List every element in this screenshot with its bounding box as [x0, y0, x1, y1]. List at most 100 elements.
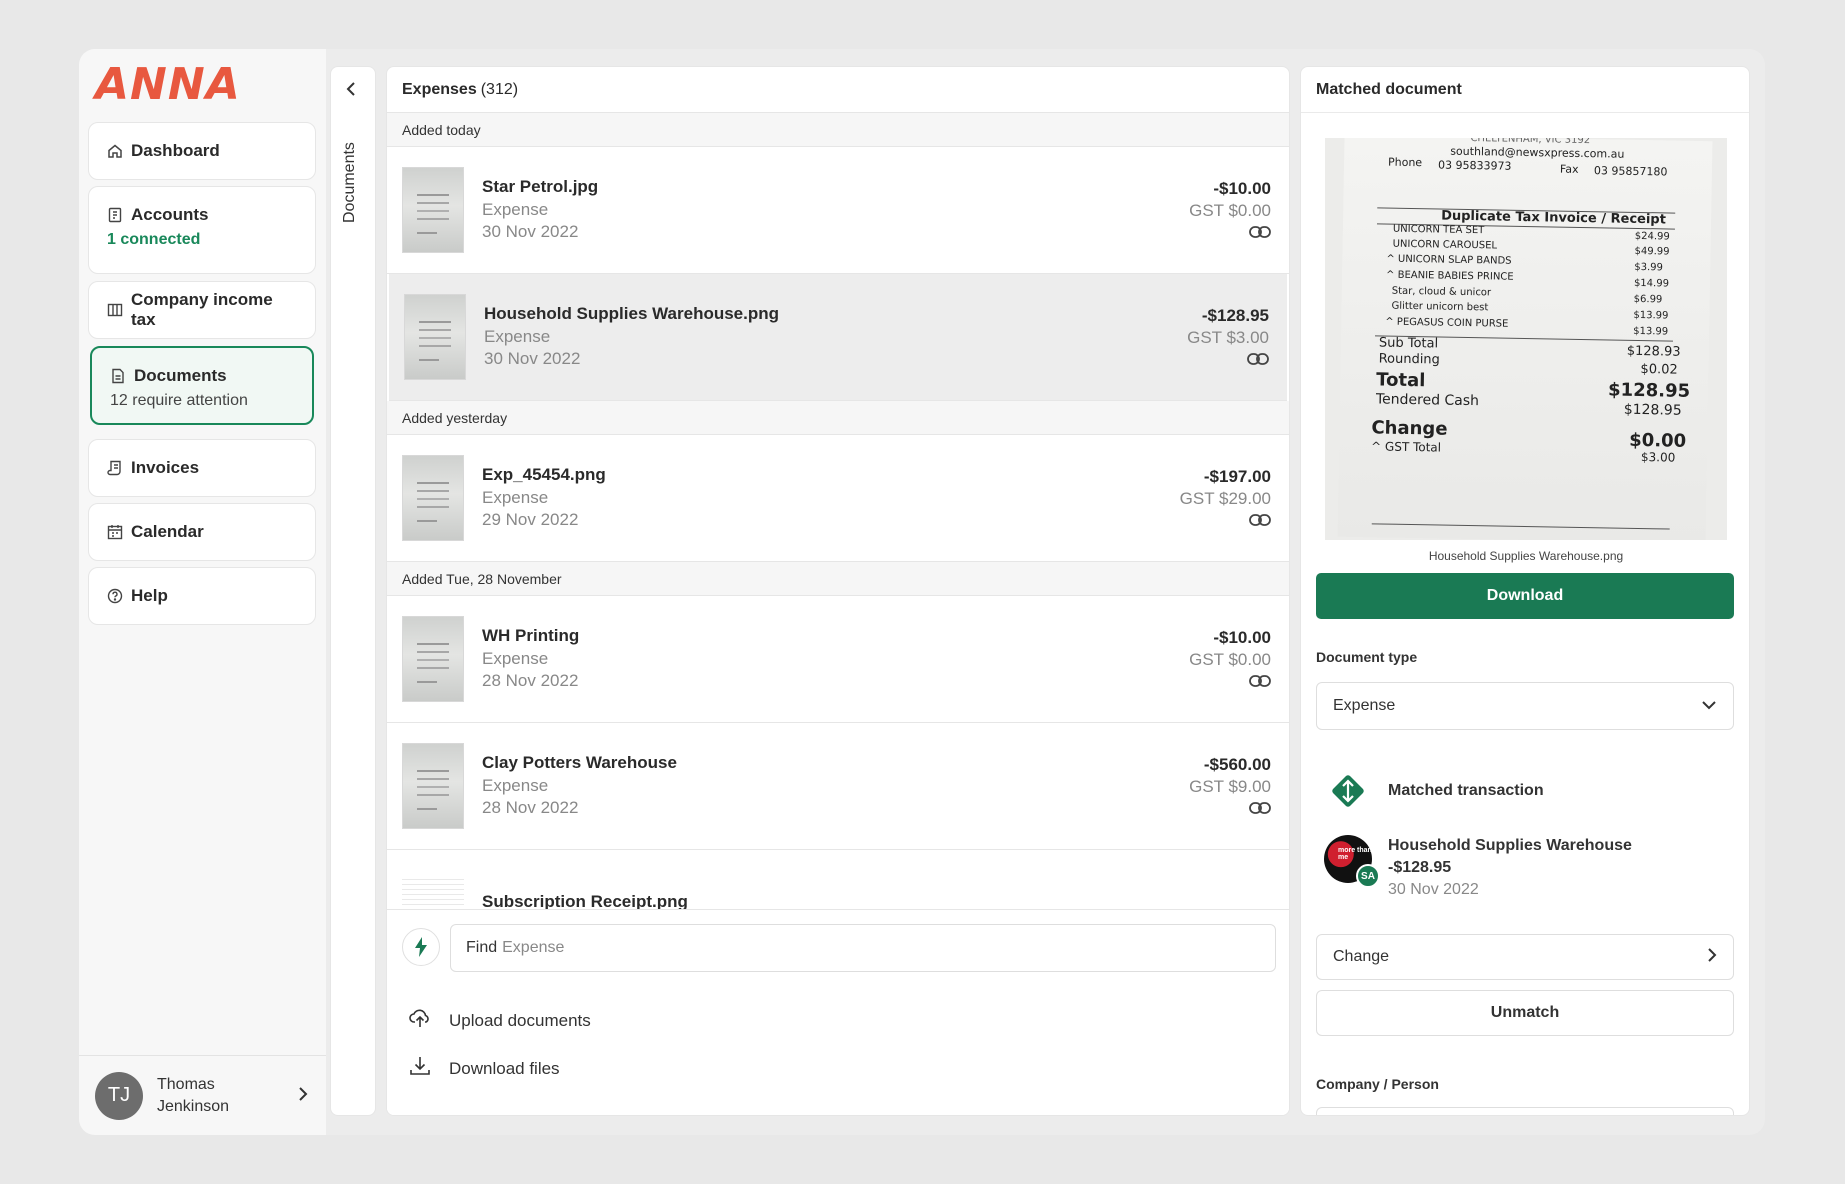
accounts-icon — [107, 207, 123, 223]
receipt-total-label: Total — [1376, 369, 1426, 392]
account-badge: SA — [1356, 864, 1380, 888]
sidebar-item-documents[interactable]: Documents 12 require attention — [90, 346, 314, 425]
receipt-item-name: ^ PEGASUS COIN PURSE — [1385, 316, 1509, 330]
expense-date: 29 Nov 2022 — [482, 510, 579, 529]
expense-amount: -$197.00 — [1203, 467, 1271, 486]
chevron-down-icon — [1701, 697, 1717, 715]
document-icon — [110, 368, 126, 384]
cloud-upload-icon — [409, 1008, 431, 1033]
receipt-change: $0.00 — [1629, 429, 1687, 452]
expense-amount: -$10.00 — [1213, 179, 1271, 198]
receipt-total: $128.95 — [1607, 379, 1691, 402]
expense-row-selected[interactable]: Household Supplies Warehouse.png Expense… — [389, 274, 1287, 401]
receipt-rounding: $0.02 — [1640, 362, 1678, 378]
receipt-gst: $3.00 — [1640, 450, 1676, 465]
expense-type: Expense — [482, 776, 549, 795]
sidebar-item-accounts[interactable]: Accounts 1 connected — [88, 186, 316, 274]
find-expense-input[interactable]: Find Expense — [450, 924, 1276, 972]
user-profile[interactable]: TJ Thomas Jenkinson — [79, 1055, 326, 1135]
download-files-label: Download files — [449, 1058, 560, 1078]
expense-amount: -$10.00 — [1213, 628, 1271, 647]
expense-row[interactable]: Clay Potters Warehouse Expense 28 Nov 20… — [387, 723, 1289, 850]
expense-gst: GST $0.00 — [1189, 650, 1271, 669]
receipt-item-name: Star, cloud & unicor — [1391, 285, 1492, 299]
expense-row[interactable]: Subscription Receipt.png — [387, 850, 1289, 911]
receipt-tendered-label: Tendered Cash — [1375, 391, 1480, 410]
sidebar-item-invoices[interactable]: Invoices — [88, 439, 316, 497]
link-icon — [1249, 513, 1271, 527]
upload-documents-button[interactable]: Upload documents — [409, 1008, 591, 1033]
lightning-icon[interactable] — [402, 928, 440, 966]
expense-type: Expense — [482, 488, 549, 507]
receipt-thumbnail — [402, 616, 464, 702]
document-type-select[interactable]: Expense — [1316, 682, 1734, 730]
group-label: Added today — [387, 113, 1289, 147]
rail-label: Documents — [341, 142, 358, 223]
find-prefix: Find — [466, 939, 498, 956]
receipt-thumbnail — [402, 455, 464, 541]
download-button[interactable]: Download — [1316, 573, 1734, 619]
expense-row[interactable]: Star Petrol.jpg Expense 30 Nov 2022 -$10… — [387, 147, 1289, 274]
sidebar-item-label: Invoices — [131, 458, 200, 477]
expense-date: 30 Nov 2022 — [482, 222, 579, 241]
expense-row[interactable]: WH Printing Expense 28 Nov 2022 -$10.00 … — [387, 596, 1289, 723]
receipt-divider — [1371, 523, 1670, 530]
expenses-footer: Find Expense Upload documents Download f… — [387, 909, 1289, 1115]
receipt-item-name: ^ UNICORN SLAP BANDS — [1386, 253, 1512, 267]
receipt-item-price: $3.99 — [1634, 261, 1663, 274]
link-icon — [1249, 801, 1271, 815]
receipt-item-name: UNICORN TEA SET — [1392, 223, 1485, 237]
link-icon — [1249, 674, 1271, 688]
document-type-value: Expense — [1333, 697, 1396, 714]
expense-row[interactable]: Exp_45454.png Expense 29 Nov 2022 -$197.… — [387, 435, 1289, 562]
sidebar-item-calendar[interactable]: Calendar — [88, 503, 316, 561]
receipt-fax: 03 95857180 — [1593, 164, 1668, 179]
sidebar-item-label: Calendar — [131, 522, 204, 541]
anna-logo[interactable]: ANNA — [95, 59, 241, 110]
sidebar-item-label: Help — [131, 586, 168, 605]
receipt-phone: 03 95833973 — [1437, 158, 1512, 173]
home-icon — [107, 143, 123, 159]
expense-type: Expense — [482, 200, 549, 219]
upload-documents-label: Upload documents — [449, 1010, 591, 1030]
help-icon — [107, 588, 123, 604]
expenses-title: Expenses — [402, 80, 477, 98]
find-placeholder: Expense — [502, 939, 565, 956]
receipt-item-price: $13.99 — [1633, 309, 1669, 322]
receipt-item-name: UNICORN CAROUSEL — [1392, 238, 1498, 252]
expense-gst: GST $29.00 — [1179, 489, 1271, 508]
receipt-fax-label: Fax — [1559, 162, 1579, 176]
company-person-label: Company / Person — [1316, 1076, 1439, 1092]
receipt-subtotal-label: Sub Total — [1378, 335, 1439, 352]
download-files-button[interactable]: Download files — [409, 1056, 560, 1081]
sidebar-item-label: Company income tax — [131, 290, 273, 329]
expense-gst: GST $0.00 — [1189, 201, 1271, 220]
receipt-item-name: Glitter unicorn best — [1391, 300, 1489, 314]
sidebar-item-company-income-tax[interactable]: Company income tax — [88, 281, 316, 339]
receipt-change-label: Change — [1371, 417, 1448, 440]
group-label: Added Tue, 28 November — [387, 562, 1289, 596]
transaction-name: Household Supplies Warehouse — [1388, 837, 1632, 854]
sidebar-item-dashboard[interactable]: Dashboard — [88, 122, 316, 180]
merchant-avatar-text: more than me — [1338, 847, 1372, 861]
chevron-left-icon[interactable] — [345, 81, 359, 102]
sidebar-item-label: Documents — [134, 366, 227, 385]
receipt-paper: CHELTENHAM, VIC 3192 southland@newsxpres… — [1337, 138, 1713, 540]
documents-attention-count: 12 require attention — [110, 392, 248, 409]
unmatch-button[interactable]: Unmatch — [1316, 990, 1734, 1036]
app-window: ANNA Dashboard Accounts 1 connected Comp… — [79, 49, 1765, 1135]
expense-amount: -$128.95 — [1201, 306, 1269, 325]
sidebar-item-label: Accounts — [131, 205, 209, 224]
expenses-panel: Expenses (312) Added today Star Petrol.j… — [386, 66, 1290, 1116]
receipt-thumbnail — [402, 167, 464, 253]
change-transaction-button[interactable]: Change — [1316, 934, 1734, 980]
receipt-thumbnail — [402, 875, 464, 911]
user-last-name: Jenkinson — [157, 1097, 230, 1115]
receipt-subtotal: $128.93 — [1626, 343, 1681, 360]
sidebar-item-help[interactable]: Help — [88, 567, 316, 625]
expense-name: Household Supplies Warehouse.png — [484, 304, 780, 323]
company-person-field[interactable] — [1316, 1107, 1734, 1115]
expense-date: 28 Nov 2022 — [482, 671, 579, 690]
expense-type: Expense — [482, 649, 549, 668]
expense-name: Clay Potters Warehouse — [482, 753, 677, 772]
